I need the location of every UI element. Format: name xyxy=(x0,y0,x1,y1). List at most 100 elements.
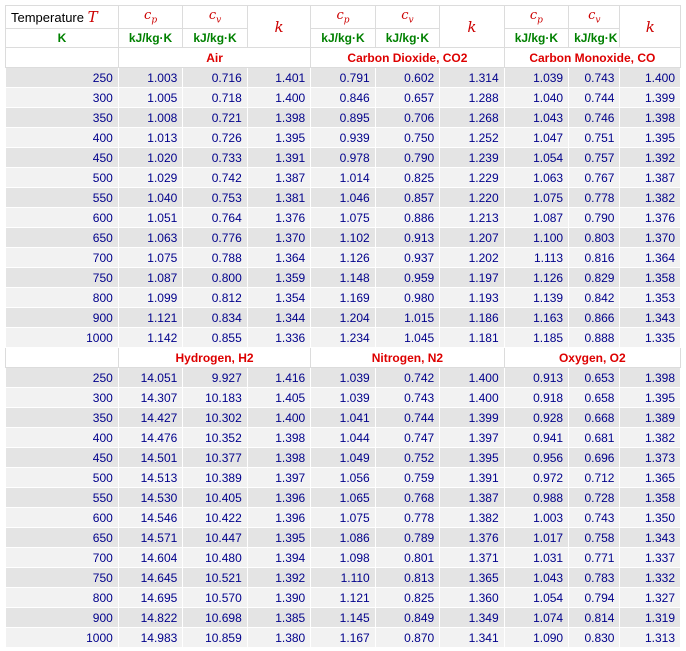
table-row: 1000 14.983 10.859 1.380 1.167 0.870 1.341 1.09… xyxy=(5,627,681,648)
table-row: 400 14.476 10.352 1.398 1.044 0.747 1.397 0.941… xyxy=(5,427,681,448)
value-cell: 1.400 xyxy=(439,367,505,388)
value-cell: 1.365 xyxy=(439,567,505,588)
gas-name: Carbon Monoxide, CO xyxy=(503,47,682,68)
value-cell: 1.145 xyxy=(310,607,376,628)
table-row: 650 14.571 10.447 1.395 1.086 0.789 1.376 1.017… xyxy=(5,527,681,548)
value-cell: 0.849 xyxy=(374,607,441,628)
value-cell: 1.391 xyxy=(246,147,312,168)
value-cell: 1.332 xyxy=(619,567,681,588)
value-cell: 1.202 xyxy=(439,247,505,268)
value-cell: 0.834 xyxy=(182,307,248,328)
temperature-unit: K xyxy=(5,28,119,48)
value-cell: 1.337 xyxy=(619,547,681,568)
value-cell: 1.396 xyxy=(246,507,312,528)
gas-name: Air xyxy=(117,47,312,68)
value-cell: 0.956 xyxy=(503,447,570,468)
value-cell: 1.142 xyxy=(117,327,184,348)
value-cell: 1.336 xyxy=(246,327,312,348)
cv-unit-air: kJ/kg·K xyxy=(182,28,248,48)
table-row: 750 14.645 10.521 1.392 1.110 0.813 1.365 1.043… xyxy=(5,567,681,588)
value-cell: 10.422 xyxy=(182,507,248,528)
value-cell: 14.051 xyxy=(117,367,184,388)
value-cell: 1.220 xyxy=(439,187,505,208)
value-cell: 14.476 xyxy=(117,427,184,448)
table-row: 450 14.501 10.377 1.398 1.049 0.752 1.395 0.956… xyxy=(5,447,681,468)
value-cell: 0.750 xyxy=(374,127,441,148)
value-cell: 14.571 xyxy=(117,527,184,548)
value-cell: 1.087 xyxy=(503,207,570,228)
gas-name: Nitrogen, N2 xyxy=(310,347,505,368)
value-cell: 0.830 xyxy=(568,627,621,648)
value-cell: 1.193 xyxy=(439,287,505,308)
value-cell: 0.829 xyxy=(568,267,621,288)
value-cell: 1.121 xyxy=(310,587,376,608)
value-cell: 1.319 xyxy=(619,607,681,628)
gas-name: Hydrogen, H2 xyxy=(117,347,312,368)
value-cell: 1.343 xyxy=(619,527,681,548)
value-cell: 1.039 xyxy=(310,387,376,408)
value-cell: 1.395 xyxy=(439,447,505,468)
value-cell: 10.377 xyxy=(182,447,248,468)
value-cell: 14.513 xyxy=(117,467,184,488)
value-cell: 1.139 xyxy=(503,287,570,308)
value-cell: 14.427 xyxy=(117,407,184,428)
value-cell: 0.937 xyxy=(374,247,441,268)
cv-header-co: cv xyxy=(568,5,621,29)
value-cell: 1.358 xyxy=(619,487,681,508)
value-cell: 0.757 xyxy=(568,147,621,168)
value-cell: 1.350 xyxy=(619,507,681,528)
temperature-cell: 400 xyxy=(5,127,119,148)
table-row: 250 1.003 0.716 1.401 0.791 0.602 1.314 1.039 0.… xyxy=(5,67,681,88)
value-cell: 0.758 xyxy=(568,527,621,548)
temperature-cell: 300 xyxy=(5,87,119,108)
value-cell: 1.185 xyxy=(503,327,570,348)
value-cell: 1.268 xyxy=(439,107,505,128)
value-cell: 10.521 xyxy=(182,567,248,588)
value-cell: 0.972 xyxy=(503,467,570,488)
table-row: 300 14.307 10.183 1.405 1.039 0.743 1.400 0.918… xyxy=(5,387,681,408)
value-cell: 0.800 xyxy=(182,267,248,288)
value-cell: 1.049 xyxy=(310,447,376,468)
table-row: 400 1.013 0.726 1.395 0.939 0.750 1.252 1.047 0.… xyxy=(5,127,681,148)
temperature-label: Temperature xyxy=(11,10,84,25)
value-cell: 1.401 xyxy=(246,67,312,88)
value-cell: 1.074 xyxy=(503,607,570,628)
value-cell: 1.063 xyxy=(503,167,570,188)
value-cell: 1.416 xyxy=(246,367,312,388)
value-cell: 1.359 xyxy=(246,267,312,288)
value-cell: 1.126 xyxy=(503,267,570,288)
temperature-cell: 450 xyxy=(5,447,119,468)
table-row: 900 1.121 0.834 1.344 1.204 1.015 1.186 1.163 0.… xyxy=(5,307,681,328)
temperature-symbol: T xyxy=(87,8,98,26)
value-cell: 1.398 xyxy=(246,107,312,128)
cp-unit-air: kJ/kg·K xyxy=(117,28,184,48)
value-cell: 0.716 xyxy=(182,67,248,88)
value-cell: 1.017 xyxy=(503,527,570,548)
value-cell: 1.398 xyxy=(619,107,681,128)
value-cell: 0.743 xyxy=(374,387,441,408)
value-cell: 1.100 xyxy=(503,227,570,248)
value-cell: 1.163 xyxy=(503,307,570,328)
value-cell: 0.747 xyxy=(374,427,441,448)
value-cell: 1.364 xyxy=(246,247,312,268)
value-cell: 1.398 xyxy=(619,367,681,388)
value-cell: 14.501 xyxy=(117,447,184,468)
value-cell: 14.307 xyxy=(117,387,184,408)
value-cell: 1.400 xyxy=(439,387,505,408)
value-cell: 1.054 xyxy=(503,147,570,168)
value-cell: 0.746 xyxy=(568,107,621,128)
value-cell: 0.866 xyxy=(568,307,621,328)
temperature-cell: 450 xyxy=(5,147,119,168)
value-cell: 14.695 xyxy=(117,587,184,608)
table-row: 300 1.005 0.718 1.400 0.846 0.657 1.288 1.040 0.… xyxy=(5,87,681,108)
value-cell: 1.169 xyxy=(310,287,376,308)
value-cell: 1.365 xyxy=(619,467,681,488)
value-cell: 1.381 xyxy=(246,187,312,208)
temperature-cell: 350 xyxy=(5,107,119,128)
value-cell: 0.658 xyxy=(568,387,621,408)
value-cell: 0.988 xyxy=(503,487,570,508)
value-cell: 0.803 xyxy=(568,227,621,248)
k-header-co2: k xyxy=(439,5,505,48)
temperature-cell: 700 xyxy=(5,547,119,568)
gas-properties-table: Temperature T cp cv k cp cv k cp cv k K … xyxy=(5,5,682,648)
